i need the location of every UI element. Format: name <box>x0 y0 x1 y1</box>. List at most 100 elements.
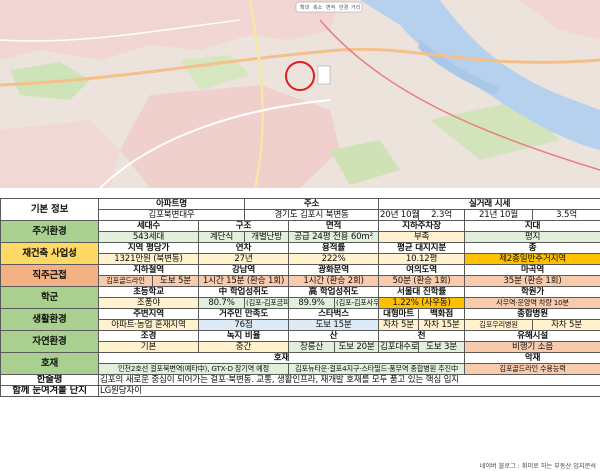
satisfaction-value: 76점 <box>197 319 290 331</box>
households-value: 543세대 <box>98 231 199 243</box>
subway-walk-value: 도보 5분 <box>152 275 199 287</box>
price-value-2: 3.5억 <box>532 209 600 221</box>
yeouido-value: 50분 (환승 1회) <box>378 275 466 287</box>
section-rebuild: 재건축 사업성 <box>0 242 99 265</box>
map-tool-label[interactable]: 반경 <box>339 4 348 11</box>
section-commute: 직주근접 <box>0 264 99 287</box>
price-date-2: 21년 10월 <box>464 209 534 221</box>
section-good-news: 호재 <box>0 352 99 375</box>
far-value: 222% <box>288 253 380 265</box>
apt-name-value: 김포북변대우 <box>97 209 246 221</box>
header-landscape: 조경 <box>98 330 199 342</box>
header-starbucks: 스타벅스 <box>288 308 380 320</box>
elementary-value: 조품야 <box>98 297 199 309</box>
dept-store-value: 자차 15분 <box>418 319 466 331</box>
header-mountain: 산 <box>288 330 380 342</box>
land-share-value: 10.12평 <box>378 253 466 265</box>
map-canvas: 확대 축소 면적 반경 거리 <box>0 0 600 188</box>
header-parking: 지하주차장 <box>378 220 466 232</box>
terrain-value: 평지 <box>464 231 600 243</box>
header-households: 세대수 <box>98 220 199 232</box>
high-school-value: (김포-김포사우) <box>334 297 380 309</box>
section-nature: 자연환경 <box>0 330 99 353</box>
academy-value: 사우역·운양역 차량 10분 <box>464 297 600 309</box>
header-age: 연차 <box>197 242 290 254</box>
together-text: LG원당자이 <box>97 385 600 397</box>
header-surroundings: 주변지역 <box>98 308 199 320</box>
map-tool-label[interactable]: 축소 <box>313 4 323 11</box>
zone-value: 제2종일반주거지역 <box>464 253 600 265</box>
hospital-name-value: 김포우리병원 <box>464 319 534 331</box>
header-subway: 지하철역 <box>98 264 199 276</box>
starbucks-value: 도보 15분 <box>288 319 380 331</box>
gangnam-value: 1시간 15분 (환승 1회) <box>197 275 290 287</box>
map-tool-label[interactable]: 거리 <box>351 4 360 11</box>
together-label: 함께 눈여겨볼 단지 <box>0 385 99 397</box>
header-address: 주소 <box>244 198 380 210</box>
mountain-name-value: 장릉산 <box>288 341 336 353</box>
snu-rate-value: 1.22% (사우동) <box>378 297 466 309</box>
header-hospital: 종합병원 <box>464 308 600 320</box>
high-score-value: 89.9% <box>288 297 336 309</box>
section-school: 학군 <box>0 286 99 309</box>
magok-value: 35분 (환승 1회) <box>464 275 600 287</box>
section-living: 주거환경 <box>0 220 99 243</box>
header-terrain: 지대 <box>464 220 600 232</box>
header-bad-news: 악재 <box>464 352 600 364</box>
hazard-value: 비행기 소음 <box>464 341 600 353</box>
header-snu-rate: 서울대 진학률 <box>378 286 466 298</box>
section-basic-info: 기본 정보 <box>0 198 99 221</box>
gwanghwamun-value: 1시간 (환승 2회) <box>288 275 380 287</box>
map-tool-label[interactable]: 확대 <box>300 4 310 11</box>
header-apt-name: 아파트명 <box>97 198 246 210</box>
surroundings-value: 아파트·농업 혼재지역 <box>98 319 199 331</box>
header-stream: 천 <box>378 330 466 342</box>
header-hazard: 유해시설 <box>464 330 600 342</box>
price-date-1: 20년 10월 <box>378 209 420 221</box>
mart-value: 자차 5분 <box>378 319 420 331</box>
map-legend-box <box>317 65 331 85</box>
bad-news-value: 김포골드라인 수용능력 <box>464 363 600 375</box>
green-ratio-value: 중간 <box>197 341 290 353</box>
stream-name-value: 김포대수로 <box>378 341 420 353</box>
header-mart: 대형마트 <box>378 308 420 320</box>
header-green-ratio: 녹지 비율 <box>197 330 290 342</box>
header-elementary: 초등학교 <box>98 286 199 298</box>
header-magok: 마곡역 <box>464 264 600 276</box>
header-gwanghwamun: 광화문역 <box>288 264 380 276</box>
good-news-item-1: 인천2호선 걸포북변역(예타中), GTX-D 장기역 예정 <box>97 363 290 375</box>
price-value-1: 2.3억 <box>418 209 466 221</box>
header-academy: 학원가 <box>464 286 600 298</box>
map-tool-label[interactable]: 면적 <box>326 4 335 11</box>
address-value: 경기도 김포시 북변동 <box>244 209 380 221</box>
age-value: 27년 <box>197 253 290 265</box>
header-mid-score: 中 학업성취도 <box>197 286 290 298</box>
header-yeouido: 여의도역 <box>378 264 466 276</box>
header-gangnam: 강남역 <box>197 264 290 276</box>
summary-label: 한줄평 <box>0 374 99 386</box>
header-far: 용적률 <box>288 242 380 254</box>
good-news-item-2: 김포뉴타운·걸포4지구·스타필드·풍무역 종합병원 추진中 <box>288 363 466 375</box>
header-dept-store: 백화점 <box>418 308 466 320</box>
header-area: 면적 <box>288 220 380 232</box>
header-price: 실거래 시세 <box>378 198 600 210</box>
structure-value: 계단식 <box>197 231 246 243</box>
location-map[interactable]: 확대 축소 면적 반경 거리 <box>0 0 600 188</box>
source-caption: 네이버 블로그 : 취미로 하는 부동산 입지분석 <box>479 463 596 470</box>
header-structure: 구조 <box>197 220 290 232</box>
area-value: 공급 24평 전용 60m² <box>288 231 380 243</box>
header-zone: 종 <box>464 242 600 254</box>
region-price-value: 1321만원 (북변동) <box>98 253 199 265</box>
landscape-value: 기본 <box>98 341 199 353</box>
stream-time-value: 도보 3분 <box>418 341 466 353</box>
header-satisfaction: 거주민 만족도 <box>197 308 290 320</box>
analysis-sheet: 기본 정보 아파트명 주소 실거래 시세 김포북변대우 경기도 김포시 북변동 … <box>0 198 600 397</box>
heating-value: 개별난방 <box>244 231 290 243</box>
subway-line-value: 김포골드라인 <box>98 275 153 287</box>
parking-value: 부족 <box>378 231 466 243</box>
header-good-news: 호재 <box>97 352 466 364</box>
mid-score-value: 80.7% <box>197 297 246 309</box>
section-life: 생활환경 <box>0 308 99 331</box>
header-high-score: 高 학업성취도 <box>288 286 380 298</box>
mid-school-value: (김포-김포금파) <box>244 297 290 309</box>
